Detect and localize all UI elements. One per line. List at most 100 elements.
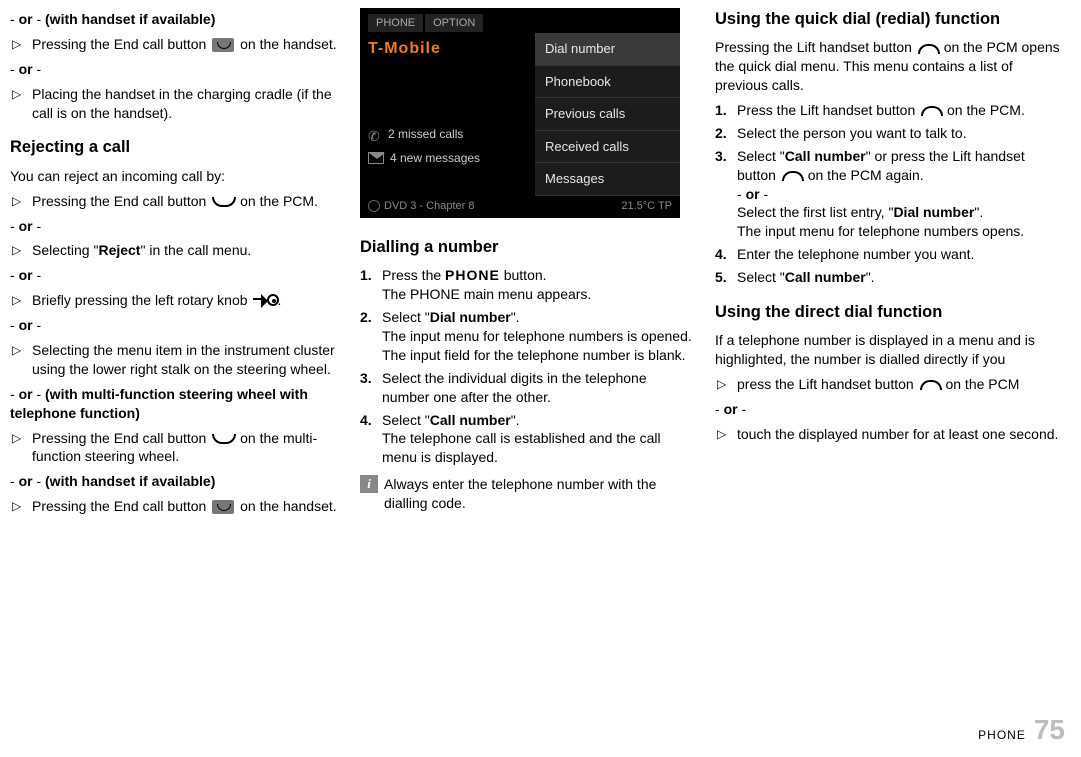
ss-menu-item: Dial number (535, 33, 680, 66)
or-line: - or - (10, 217, 340, 236)
step-text: Press the Lift handset button on the PCM… (737, 101, 1060, 120)
bullet-text: Placing the handset in the charging crad… (32, 85, 340, 123)
ss-bottom-bar: DVD 3 - Chapter 8 21.5°C TP (368, 199, 672, 214)
triangle-bullet-icon: ▷ (12, 342, 32, 380)
text: DVD 3 - Chapter 8 (384, 200, 474, 212)
text: Briefly pressing the left rotary knob (32, 292, 251, 308)
text: on the PCM. (236, 193, 318, 209)
step-text: Select the person you want to talk to. (737, 124, 1060, 143)
bullet-direct-press: ▷ press the Lift handset button on the P… (715, 375, 1060, 394)
bullet-text: Pressing the End call button on the hand… (32, 35, 340, 54)
triangle-bullet-icon: ▷ (12, 292, 32, 311)
ss-tabs: PHONEOPTION (368, 14, 485, 31)
envelope-icon (368, 152, 384, 164)
ss-tab-option: OPTION (425, 14, 483, 32)
ss-menu-item: Phonebook (535, 66, 680, 99)
ss-menu-item: Received calls (535, 131, 680, 164)
text: Pressing the End call button (32, 430, 210, 446)
ss-missed-calls: 2 missed calls (368, 126, 480, 142)
lift-handset-icon (921, 106, 941, 116)
bullet-text: Selecting "Reject" in the call menu. (32, 241, 340, 260)
text: on the hand­set. (236, 36, 336, 52)
page-columns: - or - (with handset if available) ▷ Pre… (10, 8, 1065, 522)
triangle-bullet-icon: ▷ (12, 36, 32, 55)
step-text: Press the PHONE button.The PHONE main me… (382, 266, 695, 304)
disc-icon (368, 200, 380, 212)
triangle-bullet-icon: ▷ (717, 426, 737, 445)
step-text: Enter the telephone number you want. (737, 245, 1060, 264)
triangle-bullet-icon: ▷ (717, 376, 737, 395)
endcall-pcm-icon (212, 197, 234, 207)
endcall-handset-icon (212, 38, 234, 52)
text: Pressing the End call button (32, 498, 210, 514)
bullet-reject-menu: ▷ Selecting "Reject" in the call menu. (10, 241, 340, 260)
ss-carrier: T-Mobile (368, 38, 441, 60)
bullet-text: Briefly pressing the left rotary knob . (32, 291, 340, 310)
bold-text: Reject (98, 242, 140, 258)
reject-intro: You can reject an incoming call by: (10, 167, 340, 186)
heading-direct-dial: Using the direct dial function (715, 301, 1060, 323)
bullet-reject-stalk: ▷ Selecting the menu item in the instrum… (10, 341, 340, 379)
bullet-cradle: ▷ Placing the handset in the charging cr… (10, 85, 340, 123)
or-line: - or - (10, 266, 340, 285)
bullet-reject-hs: ▷ Pressing the End call button on the ha… (10, 497, 340, 516)
or-line: - or - (10, 316, 340, 335)
step-text: Select "Call number" or press the Lift h… (737, 147, 1060, 241)
step-num: 2. (360, 308, 382, 365)
heading-dialling-number: Dialling a number (360, 236, 695, 258)
ss-menu-item: Previous calls (535, 98, 680, 131)
step-text: Select "Call number". (737, 268, 1060, 287)
ss-menu: Dial number Phonebook Previous calls Rec… (535, 33, 680, 196)
lift-handset-icon (782, 171, 802, 181)
bullet-text: press the Lift handset button on the PCM (737, 375, 1060, 394)
lift-handset-icon (918, 44, 938, 54)
text: " in the call menu. (140, 242, 251, 258)
ss-left-info: 2 missed calls 4 new messages (368, 118, 480, 174)
step-num: 5. (715, 268, 737, 287)
step-num: 3. (360, 369, 382, 407)
column-3: Using the quick dial (redial) function P… (715, 8, 1060, 522)
phone-icon (368, 127, 382, 141)
or-handset-line: - or - (with handset if available) (10, 10, 340, 29)
pcm-screenshot: PHONEOPTION T-Mobile 2 missed calls 4 ne… (360, 8, 680, 218)
bullet-text: Pressing the End call button on the hand… (32, 497, 340, 516)
ss-tab-phone: PHONE (368, 14, 423, 32)
quick-intro: Pressing the Lift handset button on the … (715, 38, 1060, 95)
or-handset-line-2: - or - (with handset if available) (10, 472, 340, 491)
text: Selecting " (32, 242, 98, 258)
heading-quick-dial: Using the quick dial (redial) function (715, 8, 1060, 30)
endcall-handset-icon (212, 500, 234, 514)
column-2: PHONEOPTION T-Mobile 2 missed calls 4 ne… (360, 8, 695, 522)
triangle-bullet-icon: ▷ (12, 242, 32, 261)
step-num: 3. (715, 147, 737, 241)
text: Pressing the End call button (32, 36, 210, 52)
or-line: - or - (715, 400, 1060, 419)
step-num: 1. (360, 266, 382, 304)
step-num: 4. (360, 411, 382, 468)
ss-bottom-left: DVD 3 - Chapter 8 (368, 199, 474, 214)
or-line: - or - (10, 60, 340, 79)
footer-label: PHONE (978, 727, 1026, 743)
ss-menu-item: Messages (535, 163, 680, 196)
step-num: 2. (715, 124, 737, 143)
rotary-knob-icon (253, 294, 275, 308)
step-text: Select "Dial number".The input menu for … (382, 308, 695, 365)
info-box: i Always enter the telephone number with… (360, 475, 695, 513)
bullet-end-handset: ▷ Pressing the End call button on the ha… (10, 35, 340, 54)
bullet-text: Pressing the End call button on the mult… (32, 429, 340, 467)
bullet-direct-touch: ▷ touch the displayed number for at leas… (715, 425, 1060, 444)
lift-handset-icon (920, 380, 940, 390)
info-text: Always enter the telephone number with t… (384, 475, 695, 513)
quick-steps: 1.Press the Lift handset button on the P… (715, 101, 1060, 287)
dial-steps: 1.Press the PHONE button.The PHONE main … (360, 266, 695, 467)
text: 4 new messages (390, 150, 480, 166)
direct-intro: If a telephone number is displayed in a … (715, 331, 1060, 369)
phone-button-label: PHONE (445, 267, 500, 283)
step-text: Select "Call number".The telephone call … (382, 411, 695, 468)
info-icon: i (360, 475, 378, 493)
text: 2 missed calls (388, 126, 463, 142)
heading-rejecting-call: Rejecting a call (10, 136, 340, 158)
triangle-bullet-icon: ▷ (12, 86, 32, 124)
step-num: 4. (715, 245, 737, 264)
triangle-bullet-icon: ▷ (12, 193, 32, 212)
